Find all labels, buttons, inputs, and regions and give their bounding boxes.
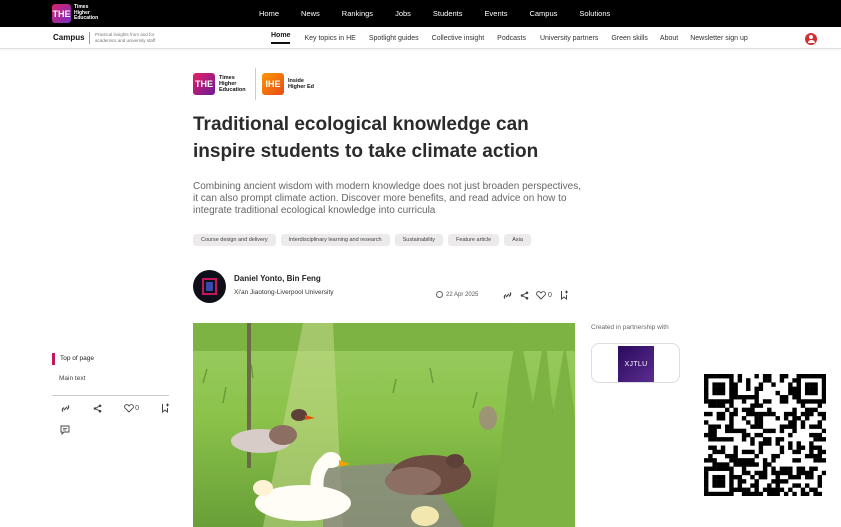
sidebar-divider [52, 395, 169, 396]
tag-feature-article[interactable]: Feature article [448, 234, 500, 246]
tag-interdisciplinary[interactable]: Interdisciplinary learning and research [280, 234, 390, 246]
article-standfirst: Combining ancient wisdom with modern kno… [193, 181, 581, 217]
xjtlu-logo: XJTLU [618, 346, 654, 382]
partner-label: Created in partnership with [591, 324, 669, 331]
topnav-events[interactable]: Events [485, 9, 508, 18]
sidebar-link-icon[interactable] [60, 404, 71, 413]
subnav-about[interactable]: About [660, 35, 678, 42]
avatar-logo-fill [206, 282, 213, 291]
topnav-campus[interactable]: Campus [529, 9, 557, 18]
sidebar-like[interactable]: 0 [124, 403, 139, 413]
topnav-students[interactable]: Students [433, 9, 463, 18]
main-nav: Home News Rankings Jobs Students Events … [250, 0, 610, 27]
subnav-collective-insight[interactable]: Collective insight [432, 35, 485, 42]
date-text: 22 Apr 2025 [446, 291, 479, 298]
hero-illustration [193, 323, 575, 527]
the-logo-mark: THE [52, 4, 71, 23]
author-institution: Xi'an Jiaotong-Liverpool University [234, 289, 334, 296]
article-actions: 0 [502, 290, 569, 300]
subnav-green-skills[interactable]: Green skills [611, 35, 648, 42]
topnav-news[interactable]: News [301, 9, 320, 18]
article-tags: Course design and delivery Interdiscipli… [193, 234, 531, 246]
hero-image-ducks-rice-field [193, 323, 575, 527]
qr-code-graphic [704, 374, 827, 497]
sidebar-like-count: 0 [135, 404, 139, 412]
campus-nav: Home Key topics in HE Spotlight guides C… [271, 27, 748, 49]
top-bar: THE Times Higher Education Home News Ran… [0, 0, 841, 27]
the-logo[interactable]: THE Times Higher Education [52, 4, 104, 23]
user-account-icon[interactable] [805, 33, 817, 45]
article-date: 22 Apr 2025 [436, 291, 478, 298]
logo-divider [255, 68, 256, 100]
sidebar-actions: 0 [60, 403, 170, 413]
partner-card[interactable]: XJTLU [591, 343, 680, 383]
sidebar-heart-icon [124, 403, 134, 413]
publication-logos: THE Times Higher Education IHE Inside Hi… [193, 68, 322, 100]
campus-tagline: Practical insights from and for academic… [95, 32, 156, 43]
campus-sub-bar: Campus Practical insights from and for a… [0, 27, 841, 49]
ihe-logo-text: Inside Higher Ed [288, 78, 314, 90]
sidebar-top-of-page[interactable]: Top of page [52, 353, 94, 365]
author-avatar[interactable] [193, 270, 226, 303]
subnav-home[interactable]: Home [271, 32, 291, 44]
tag-course-design[interactable]: Course design and delivery [193, 234, 276, 246]
the-logo-mark-large: THE [193, 73, 215, 95]
sidebar-share-icon[interactable] [93, 404, 102, 413]
like-heart-icon[interactable] [536, 290, 546, 300]
like-count: 0 [548, 291, 552, 299]
subnav-university-partners[interactable]: University partners [540, 35, 598, 42]
author-names[interactable]: Daniel Yonto, Bin Feng [234, 274, 321, 283]
topnav-rankings[interactable]: Rankings [342, 9, 373, 18]
sidebar-main-text[interactable]: Main text [59, 375, 85, 382]
qr-code [704, 374, 827, 497]
clock-icon [436, 291, 443, 298]
article-headline: Traditional ecological knowledge can ins… [193, 114, 539, 162]
bookmark-add-icon[interactable] [560, 290, 569, 300]
sidebar-comment-icon[interactable] [60, 422, 70, 440]
campus-title[interactable]: Campus [53, 33, 85, 42]
topnav-jobs[interactable]: Jobs [395, 9, 411, 18]
share-icon[interactable] [520, 291, 529, 300]
link-icon[interactable] [502, 291, 513, 300]
tag-sustainability[interactable]: Sustainability [394, 234, 444, 246]
sidebar-bookmark-add-icon[interactable] [161, 403, 170, 413]
tag-asia[interactable]: Asia [504, 234, 531, 246]
ihe-logo-mark: IHE [262, 73, 284, 95]
subnav-newsletter[interactable]: Newsletter sign up [690, 35, 748, 42]
subnav-spotlight-guides[interactable]: Spotlight guides [369, 35, 419, 42]
topnav-solutions[interactable]: Solutions [579, 9, 610, 18]
campus-divider [89, 32, 90, 44]
subnav-podcasts[interactable]: Podcasts [497, 35, 526, 42]
subnav-key-topics[interactable]: Key topics in HE [304, 35, 355, 42]
topnav-home[interactable]: Home [259, 9, 279, 18]
the-logo-text: Times Higher Education [74, 4, 99, 22]
the-logo-text-large: Times Higher Education [219, 75, 246, 93]
